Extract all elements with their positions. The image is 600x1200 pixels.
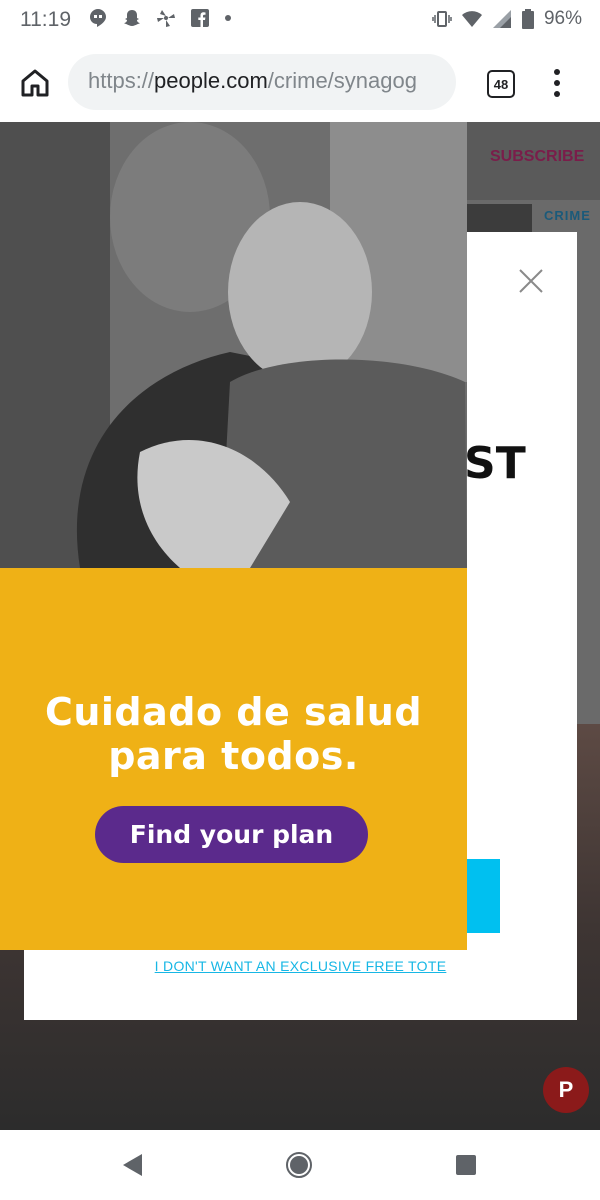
facebook-icon	[191, 9, 209, 27]
url-domain: people.com	[154, 68, 268, 93]
android-nav-bar	[0, 1130, 600, 1200]
battery-percent: 96%	[543, 8, 582, 29]
signal-icon	[492, 10, 511, 28]
browser-toolbar: https://people.com/crime/synagog 48	[0, 42, 600, 122]
subscribe-link[interactable]: SUBSCRIBE	[490, 148, 584, 166]
vibrate-icon	[432, 11, 452, 27]
dot-icon	[225, 15, 231, 21]
find-plan-button[interactable]: Find your plan	[95, 806, 368, 863]
pinterest-button[interactable]: P	[543, 1067, 589, 1113]
wifi-icon	[461, 11, 482, 27]
tab-count: 48	[493, 76, 509, 92]
status-bar: 11:19 96%	[0, 0, 600, 42]
category-label[interactable]: CRIME	[544, 208, 591, 223]
snapchat-icon	[124, 10, 140, 26]
battery-icon	[521, 9, 534, 29]
pinterest-icon: P	[558, 1077, 574, 1102]
find-plan-label: Find your plan	[129, 820, 334, 849]
ad-headline-line1: Cuidado de salud	[44, 690, 423, 734]
home-icon[interactable]	[18, 66, 52, 100]
pinwheel-icon	[157, 10, 175, 27]
url-bar[interactable]: https://people.com/crime/synagog	[68, 54, 456, 110]
url-text[interactable]: https://people.com/crime/synagog	[88, 68, 417, 94]
ad-photo-illustration	[0, 122, 467, 568]
ad-photo	[0, 122, 467, 568]
modal-heading: ST	[464, 438, 526, 489]
system-icons: 96%	[432, 8, 582, 30]
modal-submit-button[interactable]	[464, 859, 500, 933]
tab-switcher-button[interactable]: 48	[487, 70, 515, 98]
notification-icons	[88, 8, 232, 28]
overflow-menu-icon[interactable]	[550, 66, 564, 100]
url-path: /crime/synagog	[267, 68, 417, 93]
status-time: 11:19	[20, 8, 71, 31]
close-icon[interactable]	[518, 268, 544, 294]
ad-banner[interactable]: Cuidado de salud para todos. Find your p…	[0, 122, 467, 950]
ad-headline: Cuidado de salud para todos.	[0, 690, 467, 778]
back-icon[interactable]	[120, 1152, 146, 1178]
ad-headline-line2: para todos.	[108, 734, 359, 778]
home-nav-icon[interactable]	[285, 1151, 313, 1179]
url-scheme: https://	[88, 68, 155, 93]
decline-link[interactable]: I DON'T WANT AN EXCLUSIVE FREE TOTE	[24, 958, 577, 974]
recents-icon[interactable]	[455, 1154, 477, 1176]
hangouts-icon	[90, 9, 106, 27]
